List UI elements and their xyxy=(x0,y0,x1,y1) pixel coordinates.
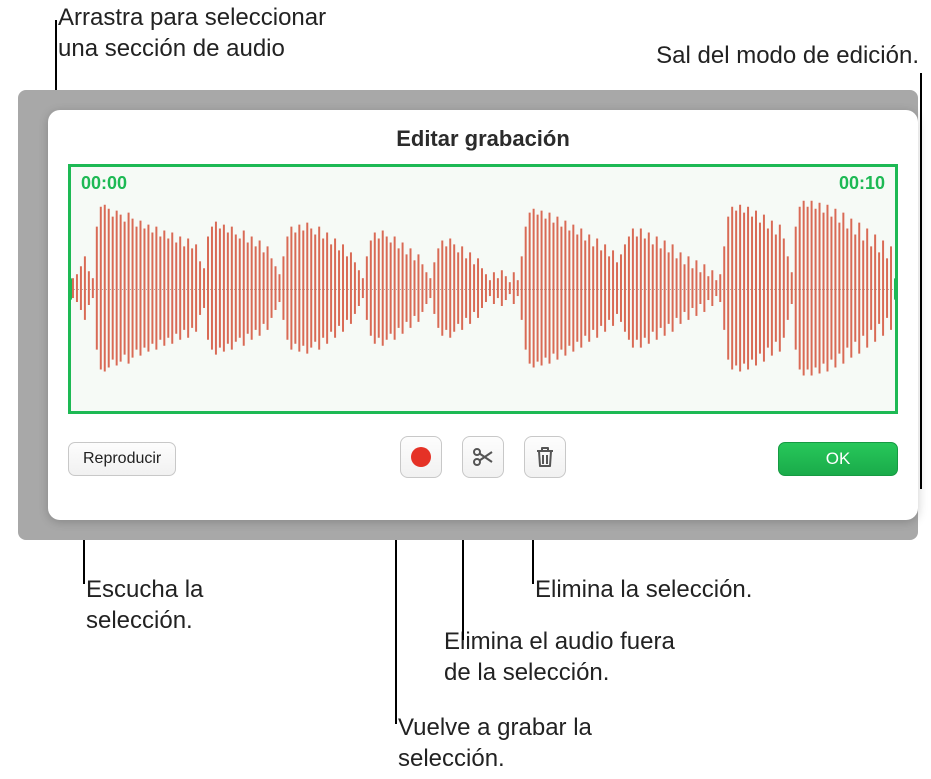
editor-toolbar: Reproducir xyxy=(68,436,898,484)
leader-line xyxy=(920,73,922,489)
panel-title: Editar grabación xyxy=(48,110,918,164)
ok-button[interactable]: OK xyxy=(778,442,898,476)
edit-recording-panel: Editar grabación 00:00 00:10 Reproducir xyxy=(48,110,918,520)
record-icon xyxy=(411,447,431,467)
center-button-group xyxy=(400,436,566,478)
delete-button[interactable] xyxy=(524,436,566,478)
callout-delete-selection: Elimina la selección. xyxy=(535,574,752,605)
scissors-icon xyxy=(471,445,495,469)
trim-button[interactable] xyxy=(462,436,504,478)
selection-handle-left[interactable] xyxy=(68,275,73,303)
leader-line xyxy=(395,508,397,724)
selection-handle-right[interactable] xyxy=(893,275,898,303)
play-button[interactable]: Reproducir xyxy=(68,442,176,476)
callout-rerecord: Vuelve a grabar la selección. xyxy=(398,712,592,774)
callout-drag-select: Arrastra para seleccionar una sección de… xyxy=(58,2,326,64)
callout-listen: Escucha la selección. xyxy=(86,574,203,636)
record-button[interactable] xyxy=(400,436,442,478)
waveform-display xyxy=(71,167,895,409)
panel-backdrop: Editar grabación 00:00 00:10 Reproducir xyxy=(18,90,918,540)
callout-exit-edit: Sal del modo de edición. xyxy=(656,40,919,71)
callout-delete-outside: Elimina el audio fuera de la selección. xyxy=(444,626,675,688)
waveform-selection-area[interactable]: 00:00 00:10 xyxy=(68,164,898,414)
trash-icon xyxy=(534,445,556,469)
